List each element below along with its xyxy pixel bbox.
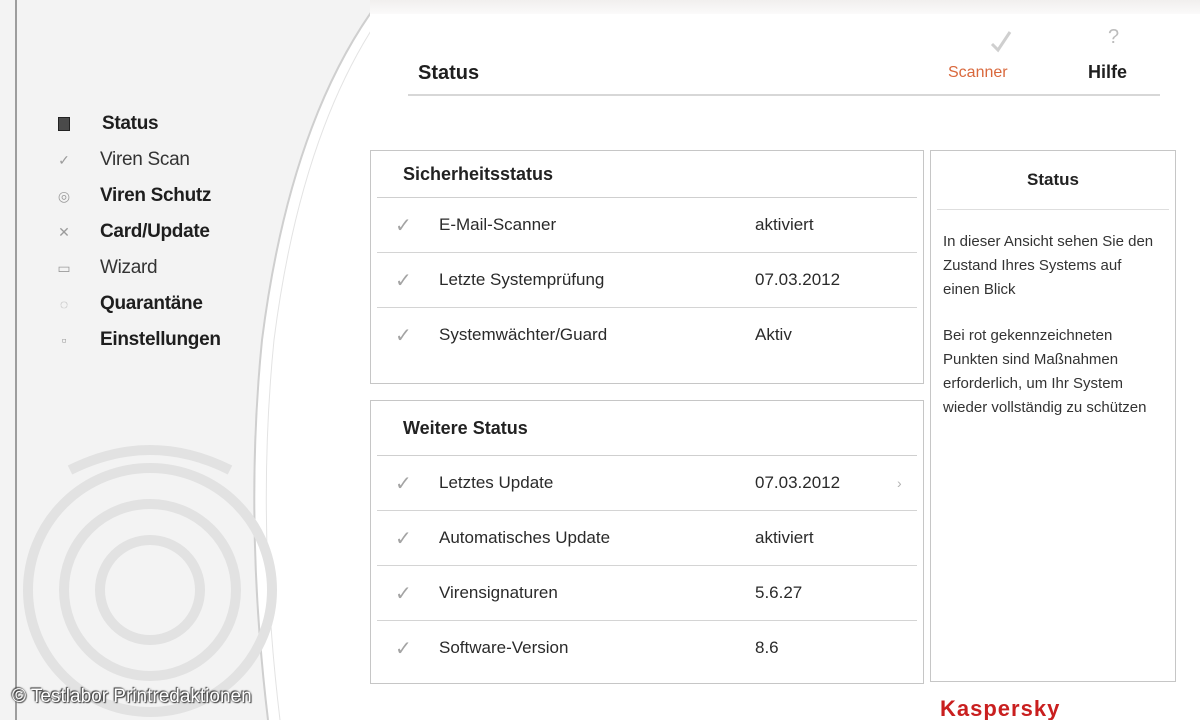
settings-icon: ▫: [61, 332, 67, 348]
sidebar-item-status[interactable]: Status: [56, 106, 316, 142]
check-icon: ✓: [395, 637, 412, 660]
scanner-link[interactable]: Scanner: [948, 64, 1008, 82]
row-label: Virensignaturen: [439, 583, 558, 602]
row-value: 07.03.2012: [755, 270, 841, 289]
sidebar-panel: Status ✓ Viren Scan ◎ Viren Schutz ✕ Car…: [0, 0, 370, 720]
table-row[interactable]: ✓ Software-Version 8.6: [377, 621, 917, 675]
quarantine-icon: ◌: [59, 296, 69, 312]
sidebar-item-label: Viren Scan: [100, 149, 190, 170]
chevron-right-icon[interactable]: ›: [897, 475, 902, 491]
check-icon: ✓: [395, 527, 412, 550]
row-value: 8.6: [755, 638, 779, 657]
check-icon: ✓: [395, 472, 412, 495]
sidebar-item-wizard[interactable]: ▭ Wizard: [56, 250, 316, 286]
scanner-icon[interactable]: [986, 26, 1014, 56]
row-value: Aktiv: [755, 325, 792, 344]
update-icon: ✕: [58, 223, 70, 240]
sidebar-item-label: Card/Update: [100, 221, 210, 242]
copyright-watermark: © Testlabor Printredaktionen: [12, 686, 252, 707]
check-icon: ✓: [58, 151, 70, 168]
wizard-icon: ▭: [57, 259, 71, 276]
square-bullet-icon: [58, 117, 70, 131]
sidebar-item-viren-scan[interactable]: ✓ Viren Scan: [56, 142, 316, 178]
table-row[interactable]: ✓ Virensignaturen 5.6.27: [377, 566, 917, 621]
check-icon: ✓: [395, 582, 412, 605]
sidebar-item-viren-schutz[interactable]: ◎ Viren Schutz: [56, 178, 316, 214]
help-link[interactable]: Hilfe: [1088, 62, 1127, 83]
row-label: E-Mail-Scanner: [439, 215, 557, 234]
sidebar-item-label: Quarantäne: [100, 293, 203, 314]
sidebar-nav: Status ✓ Viren Scan ◎ Viren Schutz ✕ Car…: [56, 106, 316, 358]
row-label: Automatisches Update: [439, 528, 611, 547]
sidebar-item-label: Einstellungen: [100, 329, 221, 350]
security-status-table: Sicherheitsstatus ✓ E-Mail-Scanner aktiv…: [370, 150, 924, 384]
info-panel-heading: Status: [937, 151, 1169, 210]
sidebar-item-label: Wizard: [100, 257, 158, 278]
sidebar-item-update[interactable]: ✕ Card/Update: [56, 214, 316, 250]
section-heading: Weitere Status: [377, 401, 917, 456]
table-row[interactable]: ✓ Letztes Update 07.03.2012 ›: [377, 456, 917, 511]
shield-icon: ◎: [57, 187, 71, 204]
row-label: Systemwächter/Guard: [439, 325, 608, 344]
info-panel: Status In dieser Ansicht sehen Sie den Z…: [930, 150, 1176, 682]
info-paragraph: Bei rot gekennzeichneten Punkten sind Ma…: [943, 327, 1147, 416]
section-heading: Sicherheitsstatus: [377, 151, 917, 198]
table-row[interactable]: ✓ Systemwächter/Guard Aktiv: [377, 308, 917, 362]
row-label: Software-Version: [439, 638, 569, 657]
table-row[interactable]: ✓ Letzte Systemprüfung 07.03.2012: [377, 253, 917, 308]
app-window: Status ✓ Viren Scan ◎ Viren Schutz ✕ Car…: [0, 0, 1200, 720]
brand-logo: Kaspersky: [940, 696, 1061, 720]
table-row[interactable]: ✓ E-Mail-Scanner aktiviert: [377, 198, 917, 253]
row-label: Letzte Systemprüfung: [439, 270, 605, 289]
sidebar-item-label: Viren Schutz: [100, 185, 212, 206]
row-value: 5.6.27: [755, 583, 803, 602]
sidebar-item-quarantine[interactable]: ◌ Quarantäne: [56, 286, 316, 322]
check-icon: ✓: [395, 269, 412, 292]
row-value: aktiviert: [755, 528, 814, 547]
sidebar-item-settings[interactable]: ▫ Einstellungen: [56, 322, 316, 358]
check-icon: ✓: [395, 324, 412, 347]
check-icon: ✓: [395, 214, 412, 237]
info-panel-text: In dieser Ansicht sehen Sie den Zustand …: [931, 210, 1175, 420]
help-icon[interactable]: ?: [1108, 26, 1119, 49]
page-title: Status: [418, 62, 480, 84]
table-row[interactable]: ✓ Automatisches Update aktiviert: [377, 511, 917, 566]
content-header: Status Scanner ? Hilfe: [408, 26, 1160, 96]
row-value: aktiviert: [755, 215, 814, 234]
sidebar-item-label: Status: [102, 113, 159, 134]
update-status-table: Weitere Status ✓ Letztes Update 07.03.20…: [370, 400, 924, 684]
row-value: 07.03.2012: [755, 473, 841, 492]
info-paragraph: In dieser Ansicht sehen Sie den Zustand …: [943, 233, 1154, 298]
row-label: Letztes Update: [439, 473, 554, 492]
